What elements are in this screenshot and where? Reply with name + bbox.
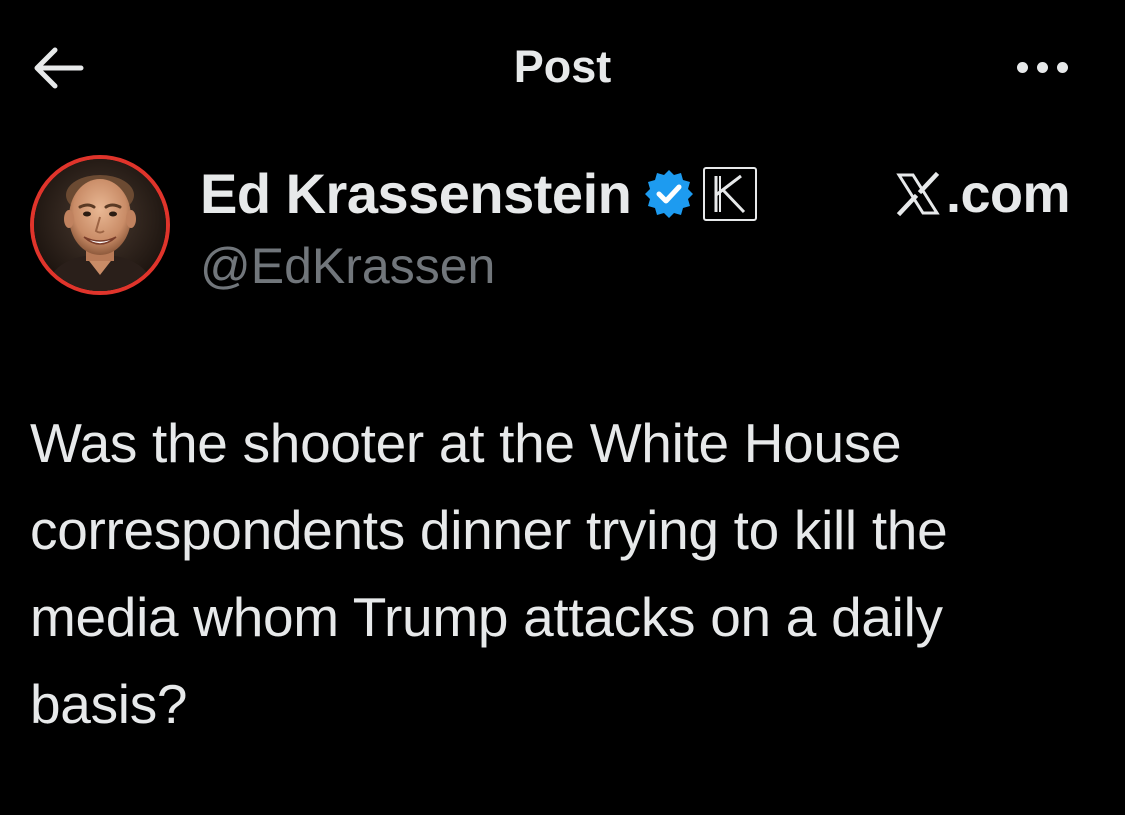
top-bar: Post bbox=[0, 0, 1125, 135]
post-text: Was the shooter at the White House corre… bbox=[30, 412, 948, 735]
x-logo-icon bbox=[896, 171, 940, 217]
more-horizontal-icon bbox=[1016, 61, 1028, 73]
verified-badge-shape bbox=[645, 170, 694, 218]
profile-photo bbox=[34, 159, 166, 291]
author-name-row: Ed Krassenstein bbox=[200, 162, 758, 226]
verified-check-icon[interactable] bbox=[643, 168, 695, 220]
more-dot bbox=[1056, 61, 1068, 73]
k-affiliate-badge-icon[interactable] bbox=[703, 167, 758, 221]
avatar[interactable] bbox=[30, 155, 170, 295]
more-options-button[interactable] bbox=[1000, 40, 1084, 94]
more-dot bbox=[1036, 61, 1048, 73]
user-handle[interactable]: @EdKrassen bbox=[200, 236, 495, 296]
source-domain: .com bbox=[945, 164, 1071, 224]
k-letter-shape bbox=[714, 174, 746, 214]
arrow-left-icon bbox=[34, 47, 84, 89]
back-button[interactable] bbox=[22, 38, 94, 98]
page-title: Post bbox=[513, 41, 612, 92]
source-label: .com bbox=[880, 162, 1071, 226]
display-name[interactable]: Ed Krassenstein bbox=[200, 162, 632, 226]
